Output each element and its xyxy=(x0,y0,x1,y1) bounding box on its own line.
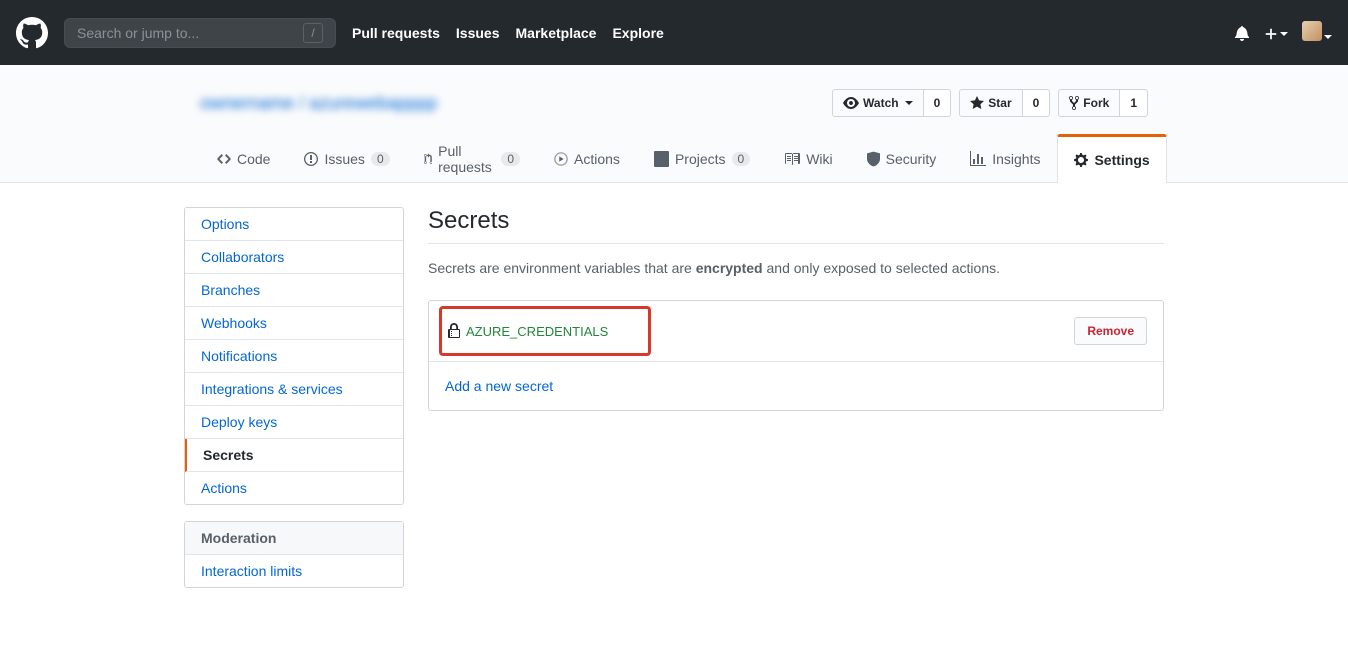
secret-highlight-box: AZURE_CREDENTIALS xyxy=(439,306,651,356)
sidebar-item-secrets[interactable]: Secrets xyxy=(185,439,403,472)
nav-pull-requests[interactable]: Pull requests xyxy=(352,25,440,41)
search-input[interactable] xyxy=(77,25,303,41)
sidebar-item-collaborators[interactable]: Collaborators xyxy=(185,241,403,274)
secret-name[interactable]: AZURE_CREDENTIALS xyxy=(466,324,608,339)
global-header: / Pull requests Issues Marketplace Explo… xyxy=(0,0,1348,65)
sidebar-item-deploy-keys[interactable]: Deploy keys xyxy=(185,406,403,439)
sidebar-item-interaction-limits[interactable]: Interaction limits xyxy=(185,555,403,587)
star-button[interactable]: Star xyxy=(959,89,1022,117)
primary-nav: Pull requests Issues Marketplace Explore xyxy=(352,25,664,41)
tab-projects[interactable]: Projects0 xyxy=(637,134,767,183)
watch-count[interactable]: 0 xyxy=(924,89,952,117)
page-title: Secrets xyxy=(428,207,1164,244)
settings-menu: Options Collaborators Branches Webhooks … xyxy=(184,207,404,505)
tab-issues[interactable]: Issues0 xyxy=(287,134,406,183)
github-logo-icon[interactable] xyxy=(16,17,48,49)
lock-icon xyxy=(448,323,460,339)
page-description: Secrets are environment variables that a… xyxy=(428,260,1164,276)
slash-key-hint: / xyxy=(303,23,323,43)
settings-sidebar: Options Collaborators Branches Webhooks … xyxy=(184,207,404,604)
secrets-list: AZURE_CREDENTIALS Remove Add a new secre… xyxy=(428,300,1164,411)
sidebar-item-options[interactable]: Options xyxy=(185,208,403,241)
sidebar-item-branches[interactable]: Branches xyxy=(185,274,403,307)
user-menu[interactable] xyxy=(1302,21,1332,44)
tab-security[interactable]: Security xyxy=(850,134,954,183)
moderation-menu: Moderation Interaction limits xyxy=(184,521,404,588)
star-button-group: Star 0 xyxy=(959,89,1050,117)
tab-pull-requests[interactable]: Pull requests0 xyxy=(407,134,537,183)
avatar xyxy=(1302,21,1322,41)
main-content: Secrets Secrets are environment variable… xyxy=(428,207,1164,604)
tab-settings[interactable]: Settings xyxy=(1057,134,1166,183)
repo-tabs: Code Issues0 Pull requests0 Actions Proj… xyxy=(200,133,1148,182)
notifications-icon[interactable] xyxy=(1234,25,1250,41)
tab-actions[interactable]: Actions xyxy=(537,134,637,183)
sidebar-item-webhooks[interactable]: Webhooks xyxy=(185,307,403,340)
remove-secret-button[interactable]: Remove xyxy=(1074,317,1147,345)
moderation-heading: Moderation xyxy=(185,522,403,555)
create-new-dropdown[interactable] xyxy=(1264,25,1288,41)
fork-button-group: Fork 1 xyxy=(1058,89,1148,117)
sidebar-item-actions[interactable]: Actions xyxy=(185,472,403,504)
watch-button-group: Watch 0 xyxy=(832,89,951,117)
fork-button[interactable]: Fork xyxy=(1058,89,1120,117)
fork-count[interactable]: 1 xyxy=(1120,89,1148,117)
star-count[interactable]: 0 xyxy=(1023,89,1051,117)
sidebar-item-integrations[interactable]: Integrations & services xyxy=(185,373,403,406)
watch-button[interactable]: Watch xyxy=(832,89,924,117)
search-box[interactable]: / xyxy=(64,18,336,48)
secret-row: AZURE_CREDENTIALS Remove xyxy=(429,301,1163,362)
tab-code[interactable]: Code xyxy=(200,134,287,183)
nav-marketplace[interactable]: Marketplace xyxy=(516,25,597,41)
sidebar-item-notifications[interactable]: Notifications xyxy=(185,340,403,373)
add-new-secret-link[interactable]: Add a new secret xyxy=(445,378,553,394)
repo-header: ownername / azurewebapppp Watch 0 Star 0… xyxy=(0,65,1348,183)
nav-issues[interactable]: Issues xyxy=(456,25,500,41)
nav-explore[interactable]: Explore xyxy=(612,25,663,41)
repo-title-blurred: ownername / azurewebapppp xyxy=(200,93,832,114)
tab-wiki[interactable]: Wiki xyxy=(767,134,849,183)
tab-insights[interactable]: Insights xyxy=(953,134,1057,183)
add-secret-row: Add a new secret xyxy=(429,362,1163,410)
